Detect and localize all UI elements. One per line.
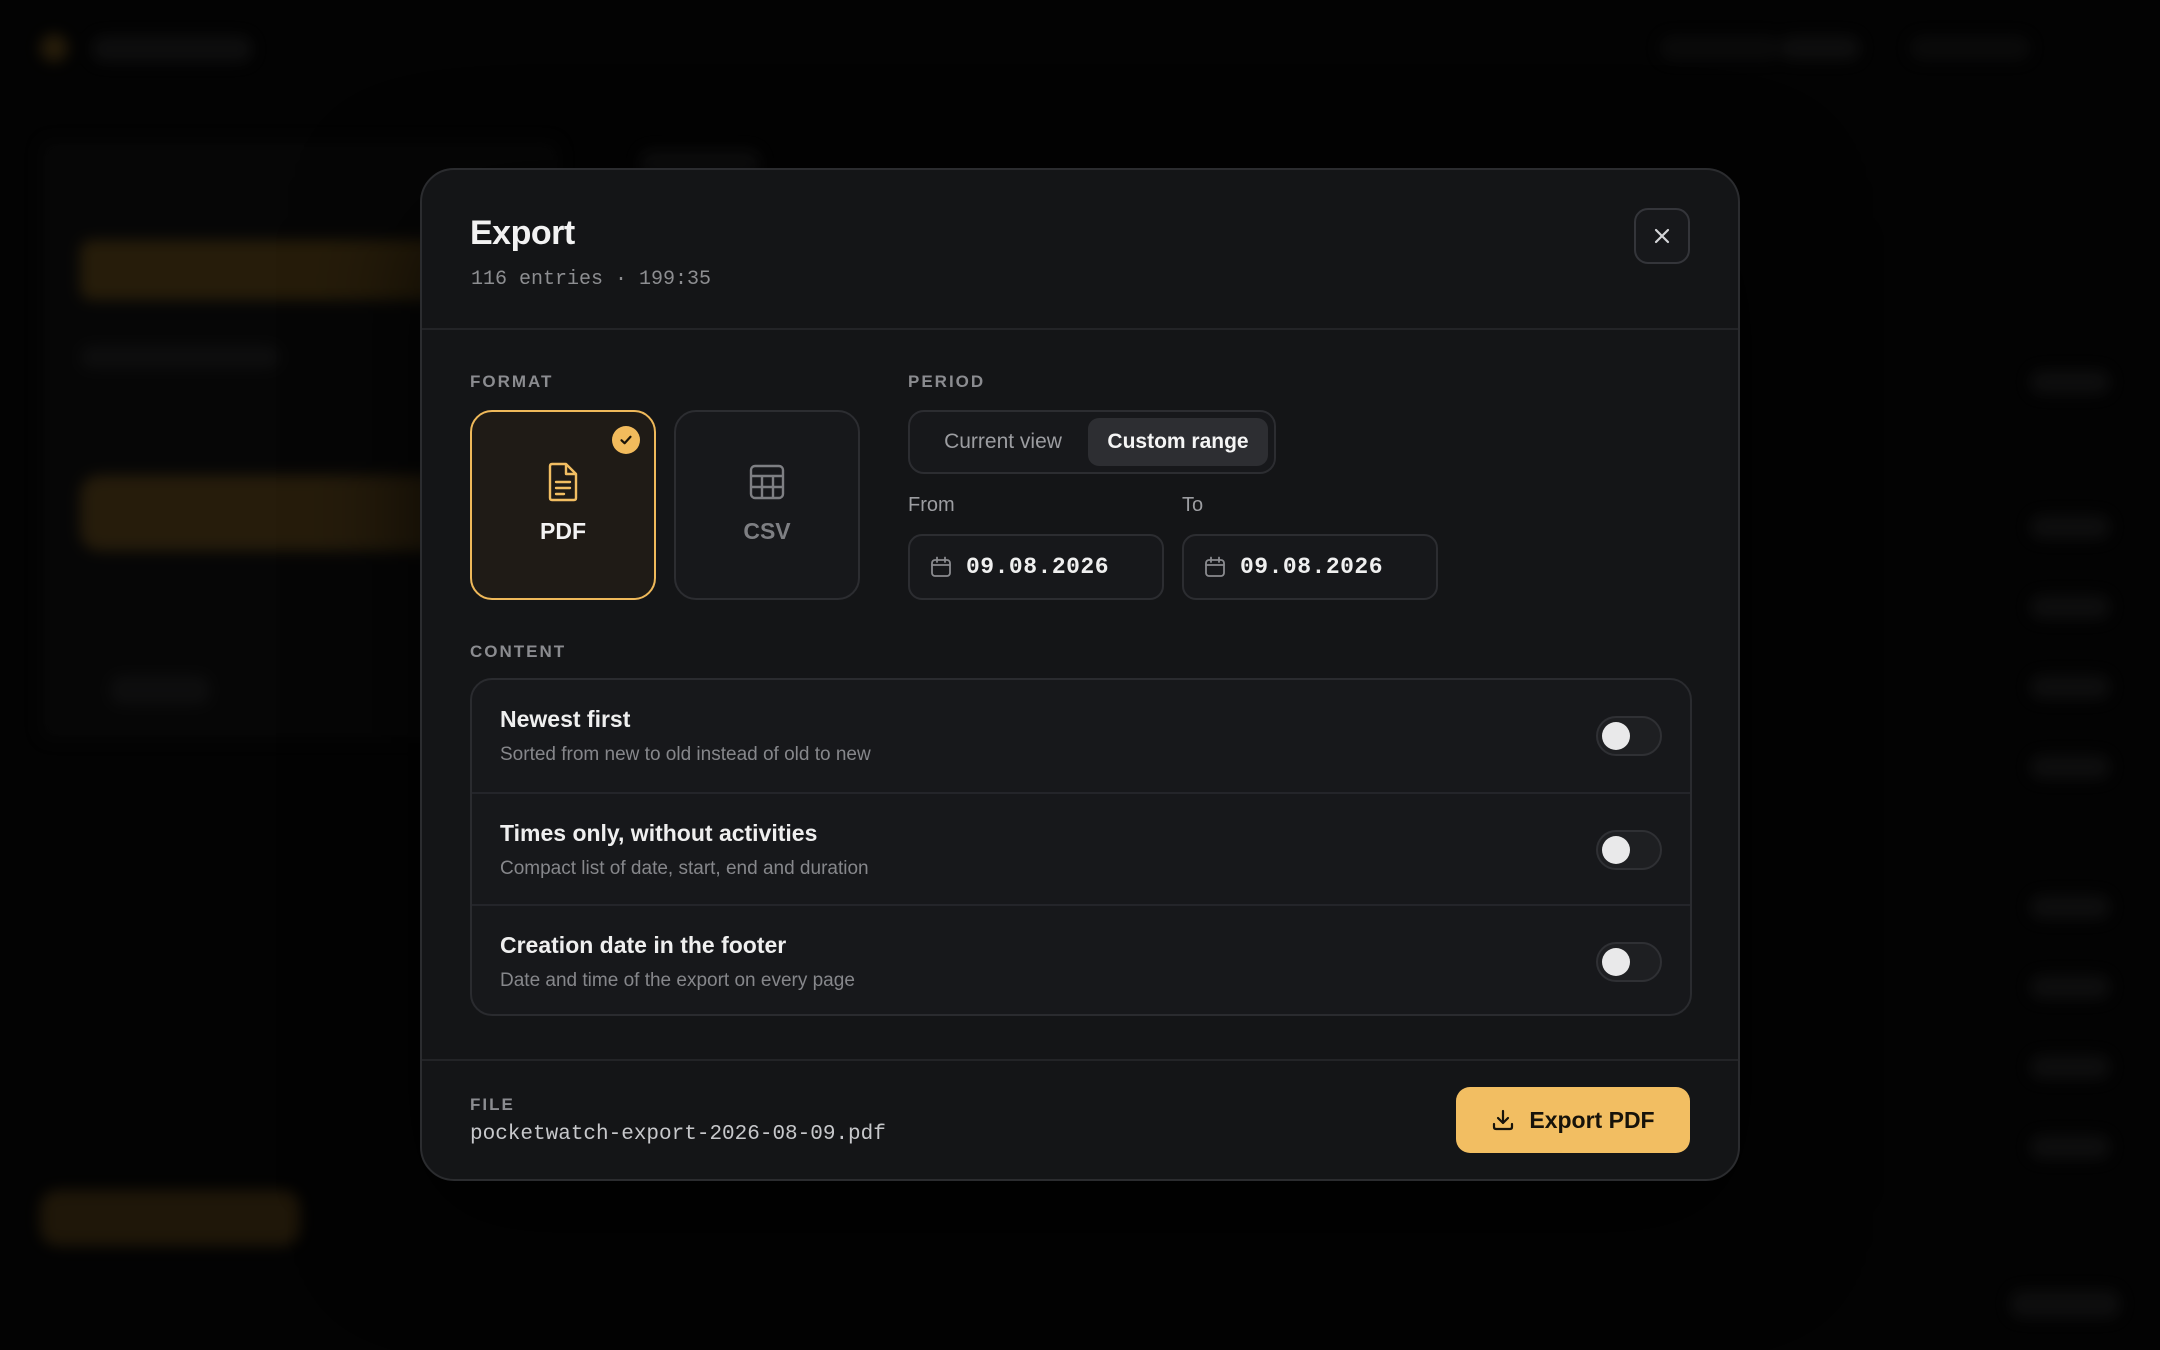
from-date-value: 09.08.2026 — [966, 554, 1110, 580]
content-options-list: Newest first Sorted from new to old inst… — [470, 678, 1692, 1016]
toggle-knob — [1602, 722, 1630, 750]
format-option-label: CSV — [743, 518, 791, 544]
to-label: To — [1182, 494, 1204, 516]
content-section-label: CONTENT — [470, 642, 567, 661]
format-option-csv[interactable]: CSV — [674, 410, 860, 600]
option-title: Creation date in the footer — [500, 932, 787, 958]
format-option-label: PDF — [540, 518, 586, 544]
file-text-icon — [548, 462, 578, 502]
period-section-label: PERIOD — [908, 372, 986, 391]
format-option-pdf[interactable]: PDF — [470, 410, 656, 600]
period-option-custom-range[interactable]: Custom range — [1088, 418, 1268, 466]
from-label: From — [908, 494, 955, 516]
to-date-field[interactable]: 09.08.2026 — [1182, 534, 1438, 600]
toggle-knob — [1602, 836, 1630, 864]
dialog-footer: FILE pocketwatch-export-2026-08-09.pdf E… — [422, 1059, 1738, 1179]
close-icon — [1654, 228, 1670, 244]
format-section-label: FORMAT — [470, 372, 554, 391]
export-button-label: Export PDF — [1529, 1106, 1655, 1133]
to-date-value: 09.08.2026 — [1240, 554, 1384, 580]
file-name: pocketwatch-export-2026-08-09.pdf — [470, 1123, 886, 1146]
period-segmented-control: Current view Custom range — [908, 410, 1276, 474]
times-only-toggle[interactable] — [1596, 830, 1662, 870]
calendar-icon — [1205, 556, 1225, 577]
toggle-knob — [1602, 948, 1630, 976]
option-description: Date and time of the export on every pag… — [500, 970, 855, 991]
newest-first-toggle[interactable] — [1596, 716, 1662, 756]
close-button[interactable] — [1634, 208, 1690, 264]
period-option-current-view[interactable]: Current view — [918, 418, 1088, 466]
file-label: FILE — [470, 1095, 515, 1114]
option-row-creation-date: Creation date in the footer Date and tim… — [472, 904, 1690, 1014]
selected-check-icon — [612, 426, 640, 454]
creation-date-toggle[interactable] — [1596, 942, 1662, 982]
table-icon — [749, 464, 785, 500]
dialog-title: Export — [470, 214, 575, 252]
option-description: Sorted from new to old instead of old to… — [500, 744, 871, 765]
option-title: Times only, without activities — [500, 820, 818, 846]
calendar-icon — [931, 556, 951, 577]
export-pdf-button[interactable]: Export PDF — [1456, 1087, 1690, 1153]
from-date-field[interactable]: 09.08.2026 — [908, 534, 1164, 600]
dialog-subtitle: 116 entries · 199:35 — [471, 268, 712, 291]
download-icon — [1493, 1109, 1514, 1131]
dialog-header: Export 116 entries · 199:35 — [422, 170, 1738, 330]
option-row-newest-first: Newest first Sorted from new to old inst… — [472, 680, 1690, 792]
export-dialog: Export 116 entries · 199:35 FORMAT PDF C… — [420, 168, 1740, 1181]
option-row-times-only: Times only, without activities Compact l… — [472, 792, 1690, 904]
option-description: Compact list of date, start, end and dur… — [500, 858, 869, 879]
option-title: Newest first — [500, 706, 631, 732]
